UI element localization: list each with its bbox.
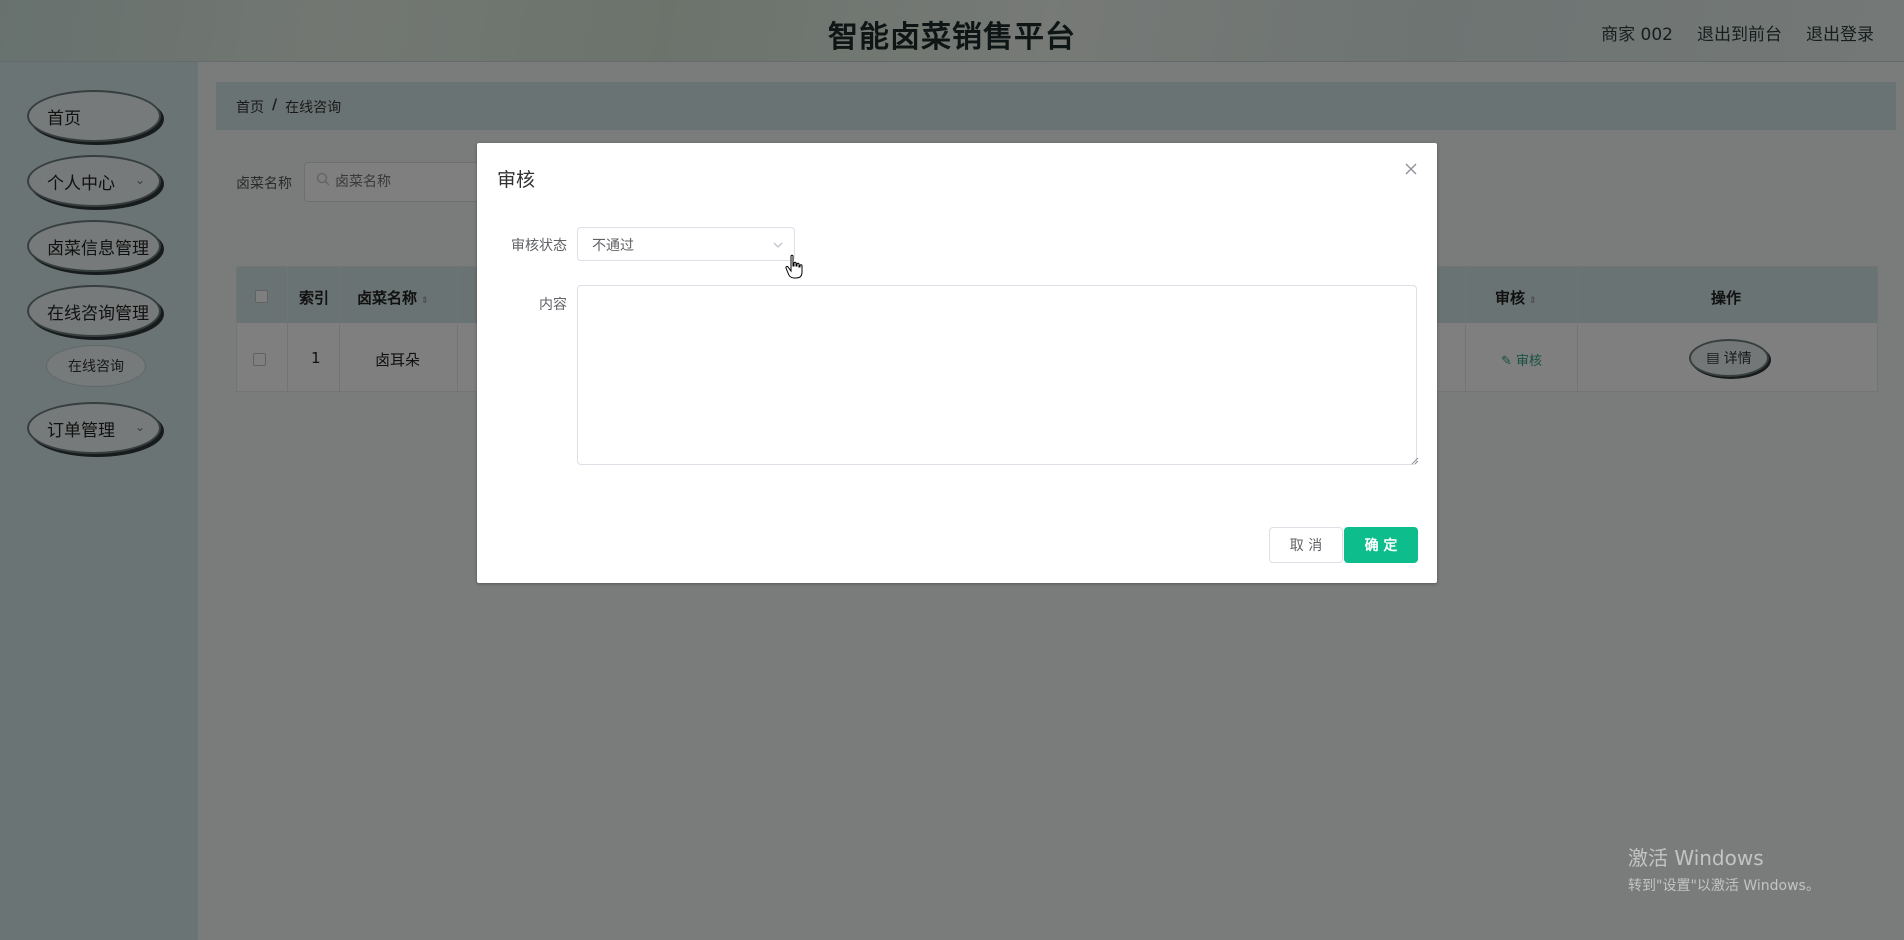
hand-pointer-icon — [785, 254, 803, 279]
status-label: 审核状态 — [511, 238, 567, 254]
status-select-value: 不通过 — [592, 238, 634, 254]
watermark-line-2: 转到"设置"以激活 Windows。 — [1628, 878, 1820, 894]
chevron-down-icon — [773, 242, 783, 248]
cancel-button[interactable]: 取 消 — [1269, 527, 1343, 563]
content-label: 内容 — [539, 297, 567, 313]
dialog-title: 审核 — [497, 169, 536, 191]
audit-dialog: 审核 审核状态 不通过 内容 取 消 确 定 — [477, 143, 1437, 583]
close-icon[interactable] — [1403, 161, 1419, 177]
status-select[interactable]: 不通过 — [577, 227, 795, 261]
confirm-button[interactable]: 确 定 — [1344, 527, 1418, 563]
content-textarea[interactable] — [577, 285, 1417, 465]
windows-activation-watermark: 激活 Windows 转到"设置"以激活 Windows。 — [1628, 842, 1820, 895]
resize-handle-icon[interactable] — [1411, 457, 1419, 465]
watermark-line-1: 激活 Windows — [1628, 846, 1764, 870]
